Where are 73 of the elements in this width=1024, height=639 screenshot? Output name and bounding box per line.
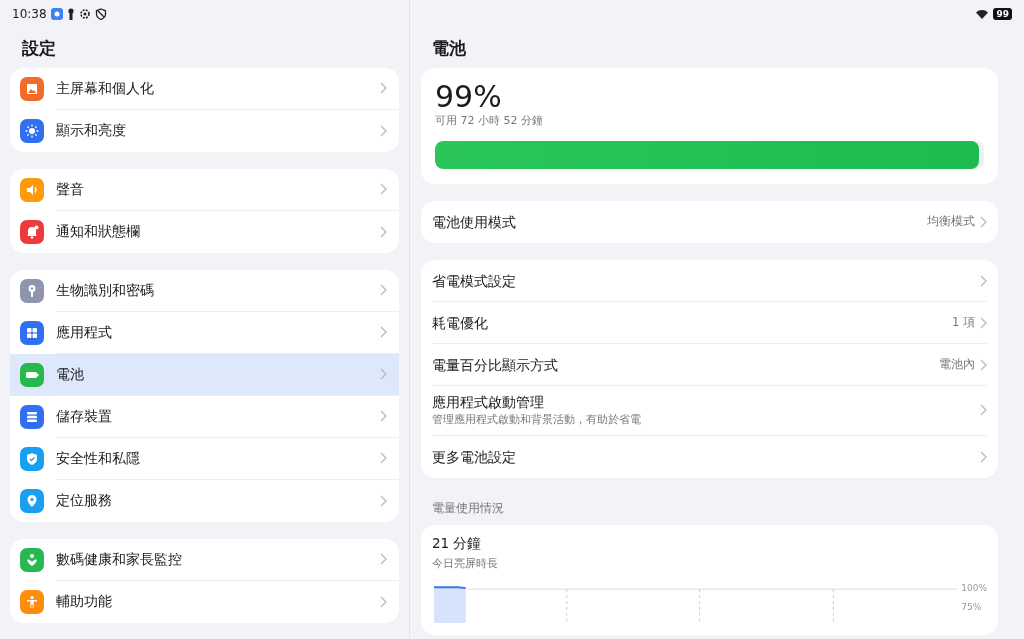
chevron-icon xyxy=(379,494,387,507)
settings-row[interactable]: 電量百分比顯示方式 電池內 xyxy=(421,344,998,386)
chevron-icon xyxy=(979,316,987,329)
settings-item[interactable]: 聲音 xyxy=(10,168,399,211)
shield-icon xyxy=(94,8,107,20)
chevron-icon xyxy=(379,452,387,464)
settings-item[interactable]: 通知和狀態欄 xyxy=(10,210,399,253)
chevron-icon xyxy=(379,225,387,238)
settings-row[interactable]: 電池使用模式 均衡模式 xyxy=(421,201,998,243)
item-label: 聲音 xyxy=(56,179,85,199)
row-label: 更多電池設定 xyxy=(432,448,516,465)
row-label: 耗電優化 xyxy=(432,314,488,331)
battery-indicator: 99 xyxy=(993,8,1012,20)
settings-row[interactable]: 應用程式啟動管理 管理應用程式啟動和背景活動，有助於省電 xyxy=(421,386,998,436)
chevron-icon xyxy=(979,358,987,371)
settings-item[interactable]: 輔助功能 xyxy=(10,580,399,623)
remaining-time: 可用 72 小時 52 分鐘 xyxy=(435,112,544,129)
row-description: 管理應用程式啟動和背景活動，有助於省電 xyxy=(432,412,642,429)
axis-label: 75% xyxy=(961,601,983,613)
settings-row[interactable]: 更多電池設定 xyxy=(421,435,998,478)
chevron-icon xyxy=(979,450,987,463)
settings-item[interactable]: 顯示和亮度 xyxy=(10,109,399,152)
settings-item[interactable]: 主屏幕和個人化 xyxy=(10,67,399,110)
chevron-icon xyxy=(379,595,387,608)
settings-item[interactable]: 生物識別和密碼 xyxy=(10,269,399,312)
page-title: 電池 xyxy=(431,37,467,60)
item-label: 生物識別和密碼 xyxy=(56,280,155,300)
row-value: 均衡模式 xyxy=(927,213,975,231)
axis-label: 100% xyxy=(961,582,987,594)
screen-time-value: 21 分鐘 xyxy=(432,534,483,553)
item-label: 電池 xyxy=(56,364,85,384)
chevron-icon xyxy=(379,326,387,338)
chevron-icon xyxy=(379,553,387,565)
item-label: 定位服務 xyxy=(56,491,113,511)
item-label: 應用程式 xyxy=(56,322,113,342)
chevron-icon xyxy=(379,82,387,94)
settings-item[interactable]: 應用程式 xyxy=(10,311,399,354)
chevron-icon xyxy=(979,274,987,287)
settings-row[interactable]: 省電模式設定 xyxy=(421,260,998,302)
chevron-icon xyxy=(379,124,387,137)
page-title: 設定 xyxy=(21,37,57,60)
battery-percent: 99% xyxy=(435,79,503,113)
row-value: 電池內 xyxy=(939,355,975,373)
keyhole-icon xyxy=(66,8,75,20)
chevron-icon xyxy=(379,368,387,380)
item-label: 數碼健康和家長監控 xyxy=(56,549,183,569)
row-value: 1 項 xyxy=(952,313,975,331)
chevron-icon xyxy=(379,183,387,195)
row-label: 電量百分比顯示方式 xyxy=(432,356,558,373)
item-label: 安全性和私隱 xyxy=(56,448,141,468)
item-label: 通知和狀態欄 xyxy=(56,222,141,242)
section-heading: 電量使用情況 xyxy=(431,499,505,517)
time-text: 10:38 xyxy=(12,6,47,23)
chevron-icon xyxy=(979,216,987,228)
settings-item[interactable]: 電池 xyxy=(10,353,399,396)
item-label: 儲存裝置 xyxy=(56,406,113,426)
settings-item[interactable]: 安全性和私隱 xyxy=(10,437,399,480)
wifi-icon xyxy=(975,8,990,20)
settings-item[interactable]: 儲存裝置 xyxy=(10,395,399,438)
settings-item[interactable]: 數碼健康和家長監控 xyxy=(10,538,399,581)
settings-item[interactable]: 定位服務 xyxy=(10,479,399,522)
row-label: 電池使用模式 xyxy=(432,214,516,230)
item-label: 輔助功能 xyxy=(56,592,113,612)
settings-row[interactable]: 耗電優化 1 項 xyxy=(421,302,998,344)
row-label: 應用程式啟動管理 xyxy=(432,393,545,412)
chevron-icon xyxy=(379,410,387,422)
app-notification-icon xyxy=(50,8,63,20)
item-label: 主屏幕和個人化 xyxy=(56,78,155,98)
chevron-icon xyxy=(379,284,387,296)
chevron-icon xyxy=(979,404,987,417)
screen-time-caption: 今日亮屏時長 xyxy=(432,556,499,573)
row-label: 省電模式設定 xyxy=(432,272,516,289)
item-label: 顯示和亮度 xyxy=(56,121,127,141)
